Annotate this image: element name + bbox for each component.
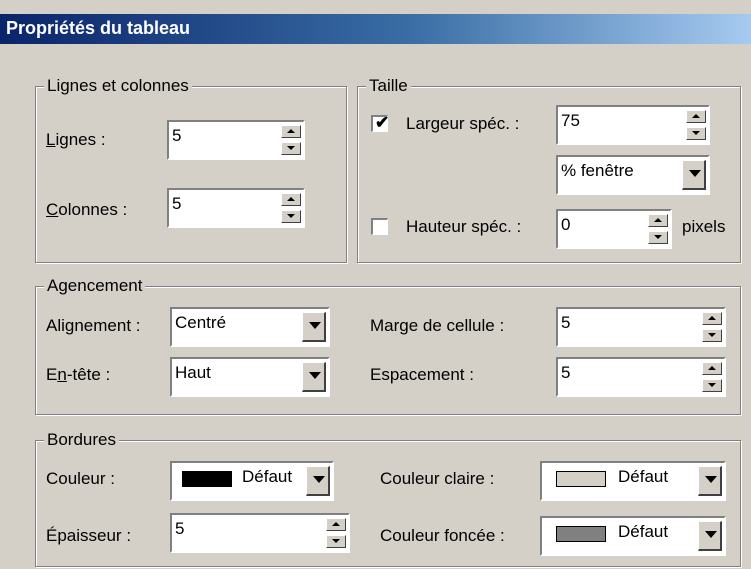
dark-color-dropdown[interactable]: Défaut xyxy=(540,516,726,556)
rows-cols-legend: Lignes et colonnes xyxy=(44,76,192,96)
align-dropdown[interactable]: Centré xyxy=(170,307,330,347)
table-properties-dialog: Propriétés du tableau Lignes et colonnes… xyxy=(0,0,751,569)
width-value: 75 xyxy=(561,111,580,130)
height-unit-label: pixels xyxy=(682,217,726,236)
header-dropdown[interactable]: Haut xyxy=(170,357,330,397)
dark-color-label: Couleur foncée : xyxy=(380,526,505,545)
padding-value: 5 xyxy=(561,313,571,332)
color-dropdown[interactable]: Défaut xyxy=(170,461,334,501)
color-swatch xyxy=(182,471,232,487)
spin-up-icon[interactable] xyxy=(702,362,722,375)
spin-down-icon[interactable] xyxy=(326,535,346,548)
borders-group: Bordures Couleur : Défaut Épaisseur : 5 … xyxy=(35,430,741,567)
color-label: Couleur : xyxy=(46,469,115,488)
thickness-label: Épaisseur : xyxy=(46,526,132,545)
thickness-spinner[interactable] xyxy=(326,518,346,548)
light-color-swatch xyxy=(556,471,606,487)
chevron-down-icon[interactable] xyxy=(698,466,722,496)
cols-label: Colonnes : xyxy=(46,200,128,219)
light-color-value: Défaut xyxy=(618,467,669,486)
title-bar[interactable]: Propriétés du tableau xyxy=(0,14,751,44)
light-color-dropdown[interactable]: Défaut xyxy=(540,461,726,501)
spin-up-icon[interactable] xyxy=(702,312,722,325)
spin-up-icon[interactable] xyxy=(648,214,668,227)
rows-label: Lignes : xyxy=(46,130,106,149)
check-icon: ✔ xyxy=(375,113,390,132)
header-label: En-tête : xyxy=(46,365,111,384)
light-color-label: Couleur claire : xyxy=(380,469,495,488)
thickness-value: 5 xyxy=(175,519,185,538)
spin-up-icon[interactable] xyxy=(281,193,301,206)
padding-label: Marge de cellule : xyxy=(370,316,505,335)
width-unit-dropdown[interactable]: % fenêtre xyxy=(556,155,710,195)
align-label: Alignement : xyxy=(46,316,141,335)
thickness-spinbox[interactable]: 5 xyxy=(170,513,350,553)
chevron-down-icon[interactable] xyxy=(302,362,326,392)
rows-spinner[interactable] xyxy=(281,125,301,155)
chevron-down-icon[interactable] xyxy=(698,521,722,551)
height-label: Hauteur spéc. : xyxy=(406,217,522,236)
spin-down-icon[interactable] xyxy=(648,231,668,244)
height-spinbox[interactable]: 0 xyxy=(556,209,672,249)
width-label: Largeur spéc. : xyxy=(406,114,520,133)
spin-down-icon[interactable] xyxy=(702,329,722,342)
cols-value: 5 xyxy=(172,194,182,213)
header-value: Haut xyxy=(175,363,211,382)
spacing-value: 5 xyxy=(561,363,571,382)
spin-down-icon[interactable] xyxy=(702,379,722,392)
rows-cols-group: Lignes et colonnes Lignes : 5 Colonnes :… xyxy=(35,76,347,263)
rows-value: 5 xyxy=(172,126,182,145)
width-unit-value: % fenêtre xyxy=(561,161,634,180)
spin-down-icon[interactable] xyxy=(281,142,301,155)
layout-legend: Agencement xyxy=(44,276,146,296)
width-checkbox[interactable]: ✔ xyxy=(371,113,390,132)
chevron-down-icon[interactable] xyxy=(682,160,706,190)
layout-group: Agencement Alignement : Centré En-tête :… xyxy=(35,276,741,415)
spin-down-icon[interactable] xyxy=(686,127,706,140)
dark-color-swatch xyxy=(556,526,606,542)
padding-spinner[interactable] xyxy=(702,312,722,342)
width-spinbox[interactable]: 75 xyxy=(556,105,710,145)
spin-down-icon[interactable] xyxy=(281,210,301,223)
spacing-label: Espacement : xyxy=(370,365,474,384)
chevron-down-icon[interactable] xyxy=(306,466,330,496)
spin-up-icon[interactable] xyxy=(686,110,706,123)
size-group: Taille ✔ Largeur spéc. : 75 % fenêtre Ha… xyxy=(357,76,741,263)
cols-spinbox[interactable]: 5 xyxy=(167,188,305,228)
borders-legend: Bordures xyxy=(44,430,119,450)
padding-spinbox[interactable]: 5 xyxy=(556,307,726,347)
width-spinner[interactable] xyxy=(686,110,706,140)
spin-up-icon[interactable] xyxy=(281,125,301,138)
height-spinner[interactable] xyxy=(648,214,668,244)
height-checkbox[interactable] xyxy=(371,218,388,235)
color-value: Défaut xyxy=(242,467,293,486)
dialog-title: Propriétés du tableau xyxy=(6,18,191,38)
chevron-down-icon[interactable] xyxy=(302,312,326,342)
align-value: Centré xyxy=(175,313,227,332)
dark-color-value: Défaut xyxy=(618,522,669,541)
height-value: 0 xyxy=(561,215,571,234)
spin-up-icon[interactable] xyxy=(326,518,346,531)
rows-spinbox[interactable]: 5 xyxy=(167,120,305,160)
spacing-spinbox[interactable]: 5 xyxy=(556,357,726,397)
cols-spinner[interactable] xyxy=(281,193,301,223)
size-legend: Taille xyxy=(366,76,411,96)
spacing-spinner[interactable] xyxy=(702,362,722,392)
